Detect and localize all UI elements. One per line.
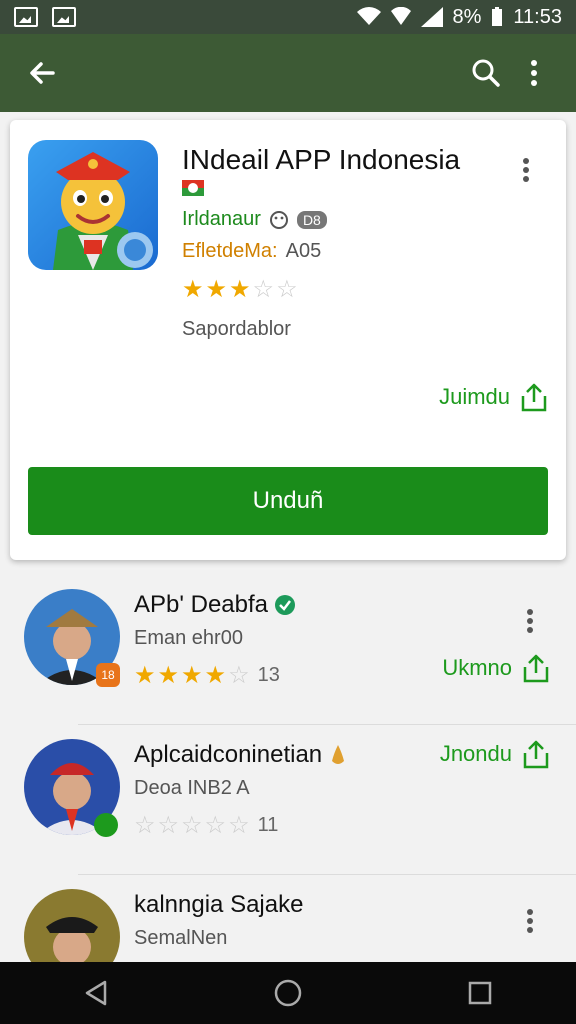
battery-percent: 8% [452, 5, 482, 28]
developer-row: Irldanaur D8 [182, 208, 327, 231]
star-empty-icon: ☆ [252, 276, 275, 303]
smiley-icon [269, 210, 288, 229]
nav-recents-button[interactable] [456, 969, 504, 1017]
share-label: Juimdu [439, 384, 510, 409]
rating-stars: ★ ★ ★ ☆ ☆ [182, 275, 298, 304]
install-button[interactable]: Unduñ [28, 467, 548, 535]
app-title: INdeail APP Indonesia [182, 144, 461, 175]
verified-icon [275, 595, 296, 615]
rating-stars: ★ ★ ★ ★ ☆ [134, 661, 250, 690]
developer-name: Irldanaur [182, 208, 261, 230]
item-title: kalnngia Sajake [134, 891, 304, 918]
star-empty-icon: ☆ [181, 812, 203, 839]
overflow-menu-button[interactable] [510, 49, 558, 97]
back-arrow-icon [30, 62, 55, 84]
flag-icon [182, 180, 204, 201]
app-bar [0, 34, 576, 112]
rating-stars: ☆ ☆ ☆ ☆ ☆ [134, 811, 250, 840]
item-title-row: kalnngia Sajake [134, 891, 303, 919]
star-filled-icon: ★ [204, 662, 227, 689]
hand-icon [332, 745, 345, 764]
battery-icon [492, 7, 503, 26]
app-icon [28, 140, 158, 270]
item-title-row: Aplcaidconinetian [134, 741, 348, 769]
star-empty-icon: ☆ [276, 276, 298, 303]
star-filled-icon: ★ [134, 662, 156, 689]
star-empty-icon: ☆ [228, 662, 250, 689]
search-button[interactable] [462, 49, 510, 97]
star-empty-icon: ☆ [228, 812, 250, 839]
category-row: EfletdeMa: A05 [182, 240, 321, 263]
search-icon [472, 59, 500, 87]
item-title: APb' Deabfa [134, 591, 269, 618]
more-vert-icon [531, 60, 537, 86]
star-filled-icon: ★ [157, 662, 180, 689]
star-filled-icon: ★ [229, 276, 251, 303]
star-empty-icon: ☆ [204, 812, 227, 839]
download-icon [390, 7, 411, 25]
system-nav-bar [0, 962, 576, 1024]
list-item[interactable]: 18 APb' Deabfa Eman ehr00 ★ ★ ★ ★ ☆ 13 Ukmno [0, 575, 576, 725]
star-filled-icon: ★ [181, 662, 203, 689]
item-subtitle: Eman ehr00 [134, 627, 243, 649]
list-item[interactable]: Aplcaidconinetian Deoa INB2 A ☆ ☆ ☆ ☆ ☆ 11 J… [0, 725, 576, 875]
back-button[interactable] [18, 49, 66, 97]
circle-home-icon [274, 979, 302, 1007]
item-more-button[interactable] [506, 897, 554, 945]
item-rating-row: ★ ★ ★ ★ ☆ 13 [134, 661, 280, 690]
share-icon [521, 383, 547, 412]
rating-count: 11 [257, 814, 279, 836]
card-more-button[interactable] [502, 146, 550, 194]
share-button[interactable]: Juimdu [439, 382, 548, 412]
share-icon [523, 740, 549, 769]
nav-home-button[interactable] [264, 969, 312, 1017]
more-vert-icon [527, 609, 533, 633]
category-value: A05 [285, 240, 322, 262]
item-action-label: Ukmno [442, 655, 512, 680]
rating-count: 13 [257, 664, 280, 686]
signal-icon [420, 7, 443, 27]
image-notification-icon [52, 7, 76, 27]
square-recents-icon [468, 981, 492, 1005]
gallery-icon [14, 7, 38, 27]
age-badge: D8 [296, 210, 327, 229]
more-vert-icon [523, 158, 529, 182]
wifi-icon [356, 7, 381, 26]
item-action-button[interactable]: Ukmno [442, 653, 550, 683]
category-label: EfletdeMa: [182, 240, 278, 262]
item-action-label: Jnondu [439, 741, 512, 766]
item-more-button[interactable] [506, 597, 554, 645]
item-subtitle: SemalNen [134, 927, 228, 949]
avatar-badge: 18 [96, 663, 120, 687]
star-empty-icon: ☆ [157, 812, 180, 839]
star-empty-icon: ☆ [134, 812, 156, 839]
nav-back-button[interactable] [72, 969, 120, 1017]
app-subtitle: Sapordablor [182, 318, 291, 340]
more-vert-icon [527, 909, 533, 933]
featured-app-card[interactable]: INdeail APP Indonesia Irldanaur D8 Eflet… [10, 120, 566, 560]
status-bar: 8% 11:53 [0, 0, 576, 34]
mascot-image [53, 152, 153, 270]
share-icon [523, 654, 549, 683]
star-filled-icon: ★ [205, 276, 228, 303]
item-action-button[interactable]: Jnondu [440, 739, 550, 769]
avatar-badge [94, 813, 118, 837]
item-subtitle: Deoa INB2 A [134, 777, 250, 799]
triangle-back-icon [85, 980, 107, 1006]
clock: 11:53 [513, 5, 562, 28]
item-title: Aplcaidconinetian [134, 741, 323, 768]
star-filled-icon: ★ [182, 276, 204, 303]
item-rating-row: ☆ ☆ ☆ ☆ ☆ 11 [134, 811, 278, 840]
item-title-row: APb' Deabfa [134, 591, 296, 619]
